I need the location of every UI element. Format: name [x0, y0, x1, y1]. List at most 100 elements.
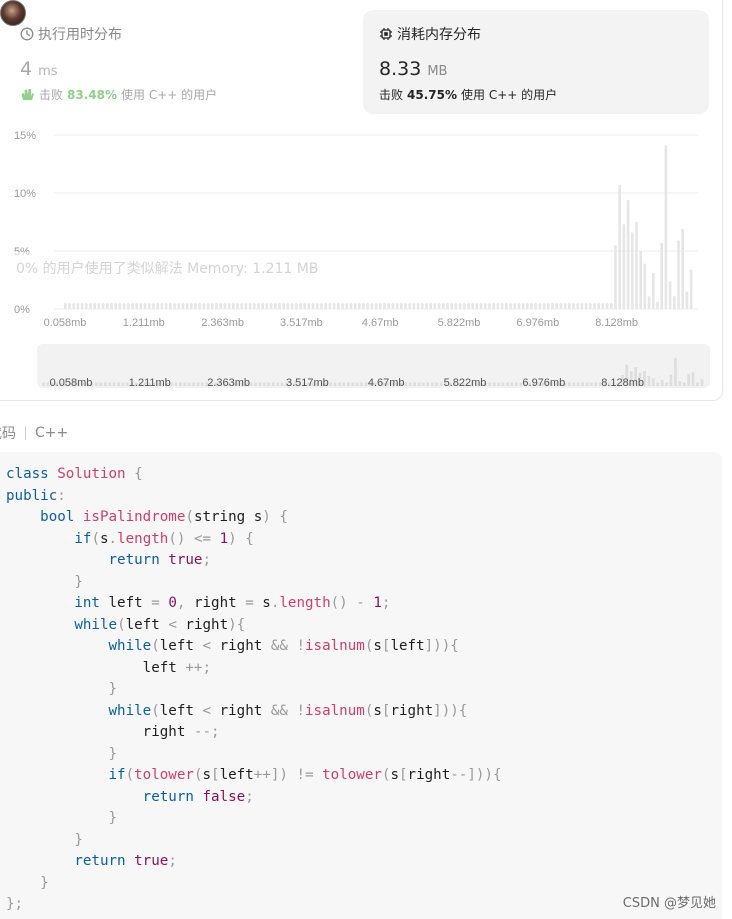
chart-bar [454, 303, 458, 309]
runtime-value: 4 [20, 58, 33, 80]
chart-bar [328, 303, 332, 309]
y-tick-label: 15% [14, 130, 36, 142]
divider [25, 426, 26, 440]
chart-bar [97, 303, 101, 309]
chart-bar [93, 303, 96, 309]
memory-distribution-chart[interactable]: 15%10%5%0%0.058mb1.211mb2.363mb3.517mb4.… [0, 120, 722, 335]
chart-bar [593, 303, 596, 309]
brush-bar [192, 382, 195, 386]
brush-tick-label: 5.822mb [444, 377, 487, 388]
brush-bar [501, 382, 505, 386]
code-line: public: [6, 487, 66, 504]
chart-bar [110, 303, 113, 309]
brush-bar [439, 382, 443, 386]
chart-bar [353, 303, 357, 309]
chart-bar [484, 303, 487, 309]
brush-bar [267, 382, 271, 386]
chart-bar [614, 245, 617, 309]
chart-bar [181, 303, 185, 309]
chart-bar [261, 303, 264, 309]
chart-bar [135, 303, 138, 309]
brush-bar [674, 357, 677, 386]
chart-bar [496, 303, 500, 309]
brush-bar [103, 382, 107, 386]
brush-tick-label: 3.517mb [286, 377, 329, 388]
code-line: left ++; [6, 659, 211, 676]
chart-bar [467, 303, 470, 309]
x-tick-label: 2.363mb [201, 317, 244, 329]
chart-bar [202, 303, 206, 309]
brush-bar [594, 382, 598, 386]
brush-bar [338, 382, 341, 386]
chart-bar [173, 303, 176, 309]
chart-bar [223, 303, 227, 309]
code-line: } [108, 810, 118, 826]
brush-bar [665, 382, 668, 386]
brush-bar [263, 382, 266, 386]
chart-bar [177, 303, 180, 309]
chart-bar [660, 242, 663, 309]
runtime-stat-card[interactable]: 执行用时分布 4 ms 击败 83.48% 使用 C++ 的用户 [12, 10, 342, 114]
brush-bar [576, 382, 580, 386]
chart-bar [286, 303, 290, 309]
chart-bar [232, 303, 235, 309]
chart-bar [106, 303, 109, 309]
chart-bar [219, 303, 222, 309]
code-line: while(left < right && !isalnum(s[left]))… [108, 638, 459, 654]
chart-bar [303, 303, 306, 309]
chart-bar [370, 303, 374, 309]
chart-range-brush[interactable]: 0.058mb 1.211mb 2.363mb 3.517mb 4.67mb 5.822m… [37, 344, 710, 388]
clock-icon [20, 27, 34, 41]
memory-beat-prefix: 击败 [379, 88, 404, 102]
user-avatar-marker[interactable] [0, 0, 26, 26]
brush-bar [700, 379, 704, 386]
chart-bar [362, 303, 365, 309]
chart-bar [374, 303, 378, 309]
chart-bar [463, 303, 466, 309]
brush-bar [196, 382, 200, 386]
x-tick-label: 5.822mb [438, 317, 481, 329]
brush-bar [201, 382, 204, 386]
brush-bar [271, 382, 275, 386]
chart-bar [76, 303, 80, 309]
chart-bar [311, 303, 315, 309]
brush-bar [696, 382, 699, 386]
chart-bar [395, 303, 399, 309]
x-tick-label: 1.211mb [123, 317, 165, 329]
chart-bar [295, 303, 298, 309]
brush-bar [408, 382, 412, 386]
watermark: CSDN @梦见她 [622, 896, 716, 911]
chart-bar [521, 303, 525, 309]
brush-bar [99, 382, 103, 386]
chart-bar [635, 222, 638, 309]
brush-bar [342, 382, 346, 386]
brush-bar [254, 382, 257, 386]
memory-unit: MB [427, 64, 448, 79]
chart-bar [379, 303, 382, 309]
chart-bar [610, 303, 613, 309]
chart-bar [122, 303, 126, 309]
chart-bar [358, 303, 361, 309]
brush-bar [280, 382, 284, 386]
chart-bar [542, 303, 546, 309]
brush-bar [492, 382, 496, 386]
chart-bar [265, 303, 269, 309]
chart-bar [337, 303, 340, 309]
chart-bar [425, 303, 428, 309]
chart-bar [631, 232, 634, 309]
code-line: } [74, 831, 83, 848]
chart-bar [299, 303, 302, 309]
code-content[interactable]: class Solution {public: bool isPalindrom… [6, 464, 502, 916]
brush-bar [431, 382, 434, 386]
chart-bar [584, 303, 588, 309]
code-language: C++ [35, 425, 69, 441]
chart-bar [169, 303, 172, 309]
chart-bar [139, 303, 143, 309]
chart-bar [240, 303, 243, 309]
chart-bar [404, 303, 407, 309]
code-block[interactable]: class Solution {public: bool isPalindrom… [0, 452, 722, 919]
memory-stat-card[interactable]: 消耗内存分布 8.33 MB 击败 45.75% 使用 C++ 的用户 [363, 10, 709, 114]
code-line: int left = 0, right = s.length() - 1; [74, 595, 391, 611]
brush-bar [413, 382, 416, 386]
chart-bar [576, 303, 579, 309]
